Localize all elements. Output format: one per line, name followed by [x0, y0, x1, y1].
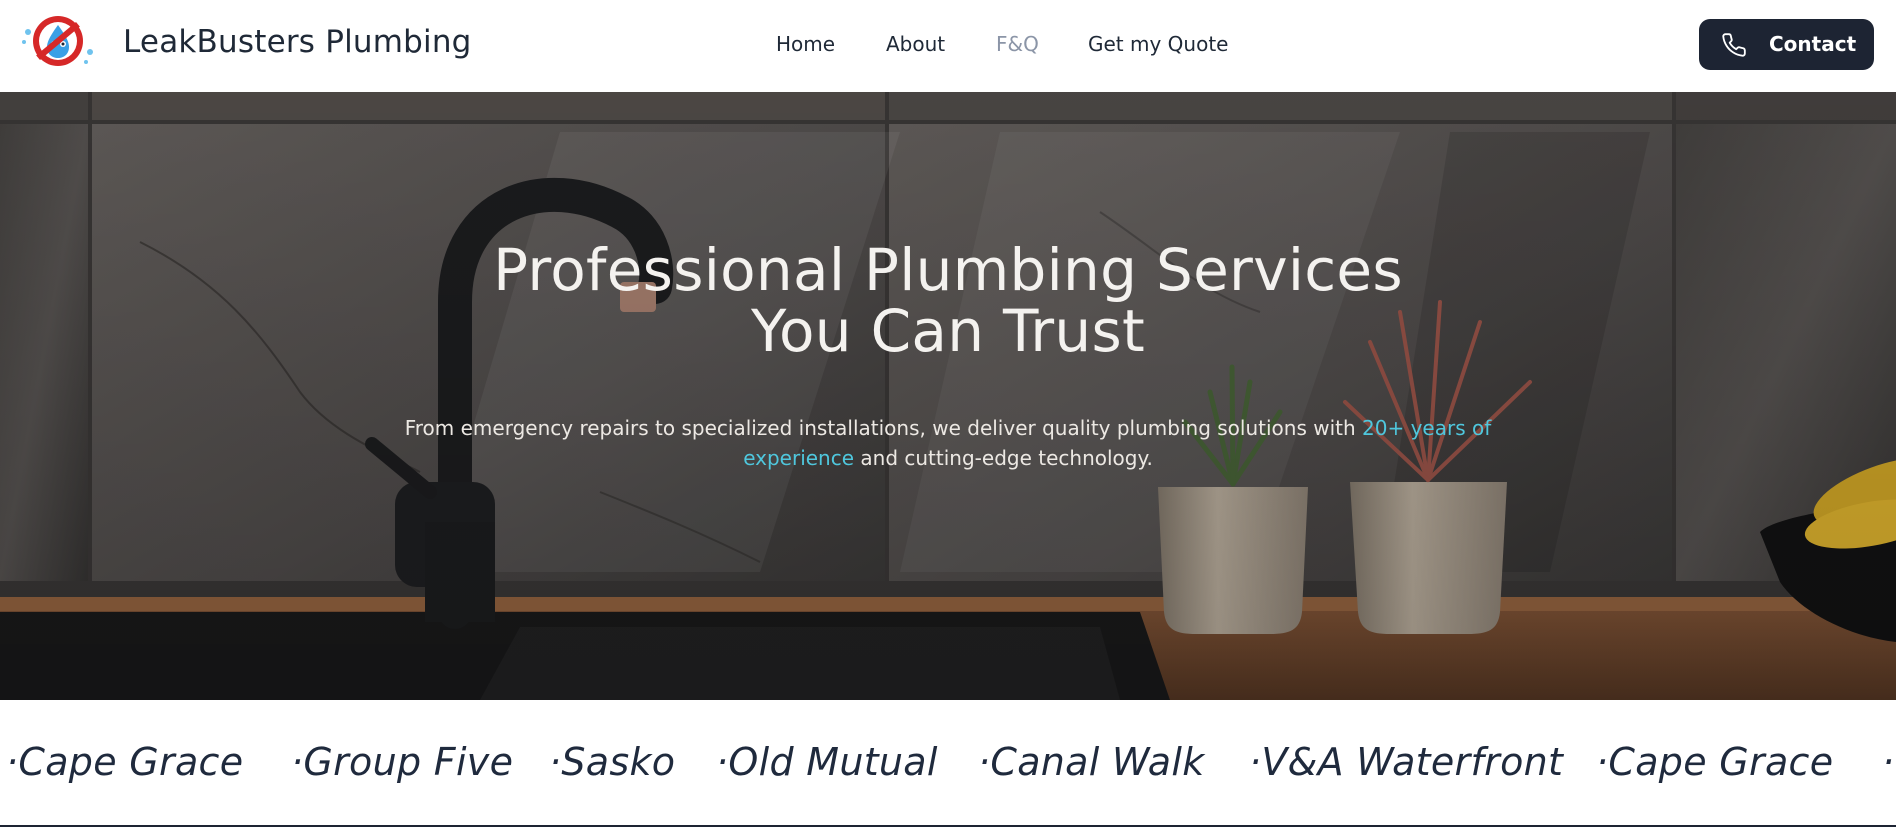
- ghostbusters-droplet-logo-icon[interactable]: [20, 12, 96, 70]
- client-name: ·Old Mutual: [716, 740, 938, 784]
- hero-section: Professional Plumbing Services You Can T…: [0, 92, 1896, 700]
- nav-about-link[interactable]: About: [886, 32, 945, 60]
- client-name: ·: [1882, 740, 1895, 784]
- contact-button[interactable]: Contact: [1699, 19, 1874, 70]
- client-name: ·Cape Grace: [6, 740, 244, 784]
- contact-button-label: Contact: [1769, 32, 1857, 56]
- brand-name[interactable]: LeakBusters Plumbing: [123, 24, 472, 60]
- nav-get-quote-link[interactable]: Get my Quote: [1088, 32, 1228, 60]
- section-divider: [0, 825, 1896, 827]
- client-logos-marquee: ·Cape Grace ·Group Five ·Sasko ·Old Mutu…: [0, 700, 1896, 828]
- client-name: ·V&A Waterfront: [1249, 740, 1564, 784]
- phone-icon: [1721, 32, 1747, 58]
- hero-title: Professional Plumbing Services You Can T…: [348, 240, 1548, 362]
- hero-subtitle-text-end: and cutting-edge technology.: [854, 446, 1153, 470]
- client-name: ·Cape Grace: [1596, 740, 1834, 784]
- nav-faq-link[interactable]: F&Q: [996, 32, 1039, 60]
- hero-title-line-1: Professional Plumbing Services: [493, 236, 1403, 304]
- client-name: ·Sasko: [549, 740, 676, 784]
- hero-subtitle-text: From emergency repairs to specialized in…: [404, 416, 1363, 440]
- client-name: ·Canal Walk: [978, 740, 1205, 784]
- client-name: ·Group Five: [291, 740, 514, 784]
- hero-title-line-2: You Can Trust: [750, 297, 1145, 365]
- site-header: LeakBusters Plumbing Home About F&Q Get …: [0, 0, 1896, 92]
- hero-kitchen-background-image: [0, 92, 1896, 700]
- nav-home-link[interactable]: Home: [776, 32, 835, 60]
- hero-subtitle: From emergency repairs to specialized in…: [398, 413, 1498, 473]
